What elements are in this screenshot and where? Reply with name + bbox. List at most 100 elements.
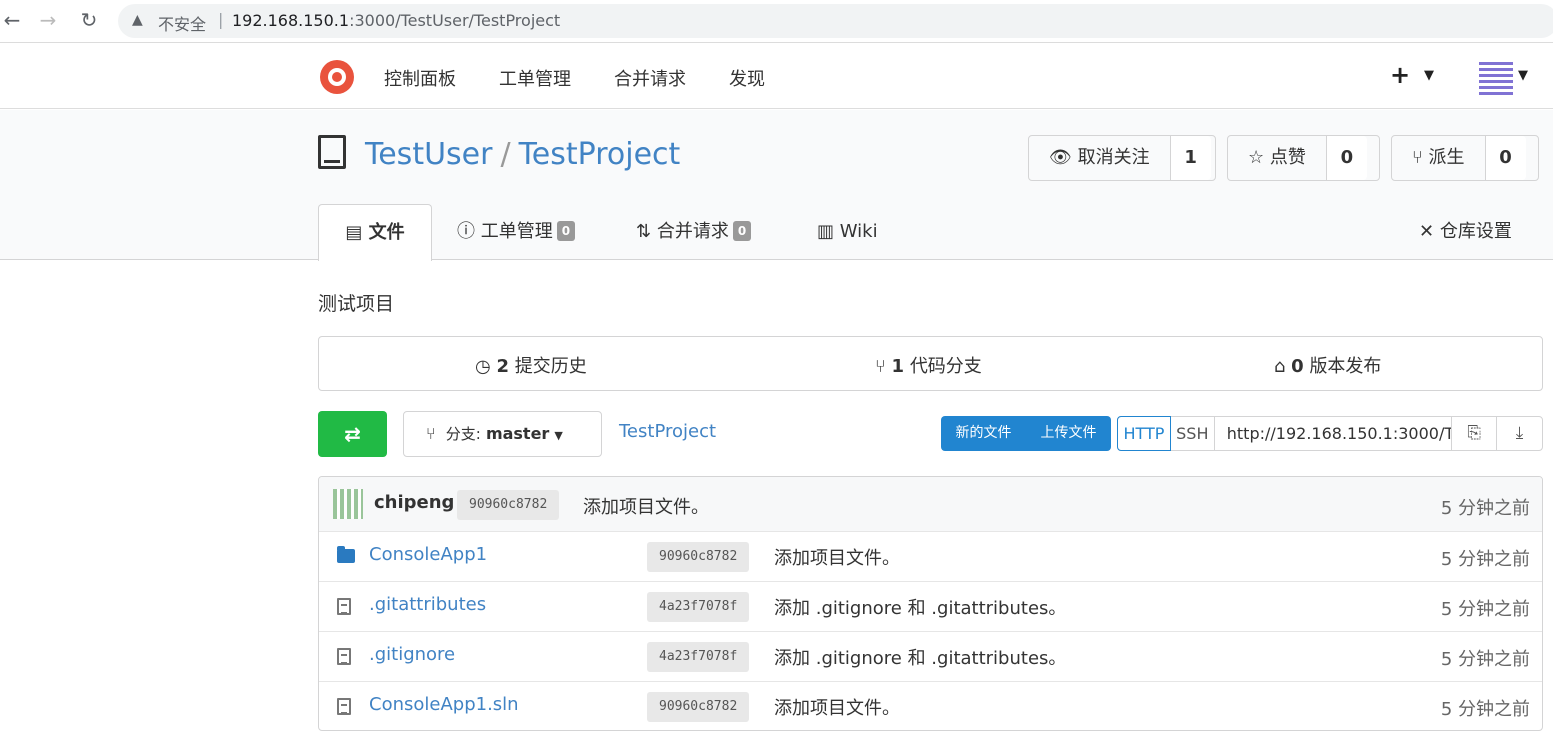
reload-icon[interactable]: ↻: [77, 8, 101, 32]
user-avatar[interactable]: [1479, 61, 1513, 95]
commit-sha[interactable]: 90960c8782: [647, 542, 750, 572]
commit-age: 5 分钟之前: [1440, 599, 1530, 620]
star-icon: ☆: [1248, 147, 1265, 168]
branch-dropdown[interactable]: ⑂ 分支: master ▼: [403, 411, 602, 457]
commit-sha[interactable]: 4a23f7078f: [647, 592, 750, 622]
ssh-button[interactable]: SSH: [1171, 417, 1215, 450]
arrow-left-icon[interactable]: ←: [0, 8, 24, 32]
clone-panel: HTTP SSH http://192.168.150.1:3000/TestU…: [1117, 416, 1543, 451]
tools-icon: ✕: [1419, 221, 1435, 242]
watch-control[interactable]: 👁 取消关注 1: [1028, 135, 1216, 181]
copy-icon[interactable]: ⎘: [1452, 417, 1498, 450]
repo-description: 测试项目: [318, 293, 395, 315]
issue-icon: ⓘ: [457, 221, 475, 242]
nav-explore[interactable]: 发现: [729, 65, 765, 91]
commit-author[interactable]: chipeng: [374, 492, 454, 513]
commit-sha[interactable]: 90960c8782: [457, 490, 560, 520]
address-url[interactable]: 192.168.150.1:3000/TestUser/TestProject: [232, 11, 560, 30]
commit-sha[interactable]: 90960c8782: [647, 692, 750, 722]
browser-toolbar: ← → ↻ ▲ 不安全 | 192.168.150.1:3000/TestUse…: [0, 0, 1553, 43]
upload-file-button[interactable]: 上传文件: [1026, 416, 1111, 451]
tab-files[interactable]: ▤ 文件: [318, 204, 432, 261]
branch-icon: ⑂: [875, 356, 886, 377]
star-count[interactable]: 0: [1326, 136, 1367, 180]
releases-stat[interactable]: ⌂ 0 版本发布: [1274, 352, 1381, 378]
file-name-link[interactable]: ConsoleApp1: [369, 544, 487, 565]
latest-commit-row: chipeng 90960c8782 添加项目文件。 5 分钟之前: [319, 477, 1542, 531]
file-icon: [337, 598, 351, 615]
commit-age: 5 分钟之前: [1440, 549, 1530, 570]
eye-icon: 👁: [1049, 147, 1072, 168]
star-control[interactable]: ☆ 点赞 0: [1227, 135, 1380, 181]
commit-message[interactable]: 添加 .gitignore 和 .gitattributes。: [774, 594, 1066, 620]
history-icon: ◷: [475, 356, 491, 377]
gitea-logo-icon[interactable]: [320, 60, 354, 94]
pulls-count-badge: 0: [732, 221, 752, 241]
repo-owner-link[interactable]: TestUser: [365, 137, 492, 172]
arrow-right-icon[interactable]: →: [36, 8, 60, 32]
file-actions: 新的文件 上传文件: [941, 416, 1111, 451]
warning-icon: ▲: [132, 12, 143, 28]
tab-pulls[interactable]: ⇅ 合并请求 0: [636, 204, 752, 260]
table-row: .gitattributes 4a23f7078f 添加 .gitignore …: [319, 581, 1542, 631]
file-name-link[interactable]: ConsoleApp1.sln: [369, 694, 519, 715]
fork-count[interactable]: 0: [1485, 136, 1526, 180]
branch-name: master: [485, 424, 550, 443]
commit-message[interactable]: 添加项目文件。: [583, 493, 709, 519]
tab-settings[interactable]: ✕ 仓库设置: [1419, 204, 1512, 260]
address-separator: |: [218, 10, 224, 29]
author-avatar[interactable]: [333, 489, 363, 519]
commit-message[interactable]: 添加项目文件。: [774, 544, 900, 570]
commit-message[interactable]: 添加 .gitignore 和 .gitattributes。: [774, 644, 1066, 670]
branch-icon: ⑂: [426, 424, 436, 443]
compare-icon: ⇄: [344, 422, 361, 446]
watch-count[interactable]: 1: [1170, 136, 1211, 180]
create-plus-icon[interactable]: +: [1390, 61, 1410, 89]
insecure-label: 不安全: [158, 15, 207, 34]
branch-prefix: 分支:: [445, 425, 481, 443]
chevron-down-icon[interactable]: ▼: [1518, 68, 1528, 83]
commit-age: 5 分钟之前: [1440, 498, 1530, 519]
nav-pulls[interactable]: 合并请求: [614, 65, 686, 91]
file-name-link[interactable]: .gitattributes: [369, 594, 486, 615]
nav-issues[interactable]: 工单管理: [499, 65, 571, 91]
issues-count-badge: 0: [556, 221, 576, 241]
watch-button[interactable]: 👁 取消关注: [1029, 136, 1171, 180]
chevron-down-icon[interactable]: ▼: [1424, 68, 1434, 83]
fork-button[interactable]: ⑂ 派生: [1392, 136, 1486, 180]
top-navbar: 控制面板 工单管理 合并请求 发现 + ▼ ▼: [0, 44, 1553, 109]
tab-wiki[interactable]: ▥ Wiki: [817, 204, 878, 260]
commit-age: 5 分钟之前: [1440, 699, 1530, 720]
tab-issues[interactable]: ⓘ 工单管理 0: [457, 204, 576, 260]
file-icon: ▤: [345, 222, 363, 243]
fork-icon: ⑂: [1412, 147, 1423, 168]
commits-stat[interactable]: ◷ 2 提交历史: [475, 352, 587, 378]
commit-age: 5 分钟之前: [1440, 649, 1530, 670]
table-row: ConsoleApp1 90960c8782 添加项目文件。 5 分钟之前: [319, 531, 1542, 581]
download-icon[interactable]: ⤓: [1497, 417, 1542, 450]
file-icon: [337, 648, 351, 665]
new-file-button[interactable]: 新的文件: [941, 416, 1026, 451]
tag-icon: ⌂: [1274, 356, 1286, 377]
fork-control[interactable]: ⑂ 派生 0: [1391, 135, 1539, 181]
chevron-down-icon: ▼: [554, 429, 563, 442]
breadcrumb-repo[interactable]: TestProject: [619, 421, 716, 442]
file-table: chipeng 90960c8782 添加项目文件。 5 分钟之前 Consol…: [318, 476, 1543, 731]
repo-title: TestUser / TestProject: [365, 137, 681, 172]
repo-stats-bar: ◷ 2 提交历史 ⑂ 1 代码分支 ⌂ 0 版本发布: [318, 336, 1543, 391]
star-button[interactable]: ☆ 点赞: [1228, 136, 1327, 180]
commit-sha[interactable]: 4a23f7078f: [647, 642, 750, 672]
folder-icon: [337, 546, 355, 563]
commit-message[interactable]: 添加项目文件。: [774, 694, 900, 720]
pull-request-icon: ⇅: [636, 221, 652, 242]
address-bar[interactable]: ▲ 不安全 | 192.168.150.1:3000/TestUser/Test…: [118, 4, 1553, 38]
clone-url-input[interactable]: http://192.168.150.1:3000/TestUser/TestP…: [1215, 417, 1453, 450]
repo-name-link[interactable]: TestProject: [519, 137, 681, 172]
nav-dashboard[interactable]: 控制面板: [384, 65, 456, 91]
file-icon: [337, 698, 351, 715]
compare-button[interactable]: ⇄: [318, 411, 387, 457]
file-name-link[interactable]: .gitignore: [369, 644, 455, 665]
http-button[interactable]: HTTP: [1117, 416, 1171, 451]
branches-stat[interactable]: ⑂ 1 代码分支: [875, 352, 982, 378]
repo-header: TestUser / TestProject 👁 取消关注 1 ☆ 点赞 0 ⑂ 派…: [0, 110, 1553, 261]
